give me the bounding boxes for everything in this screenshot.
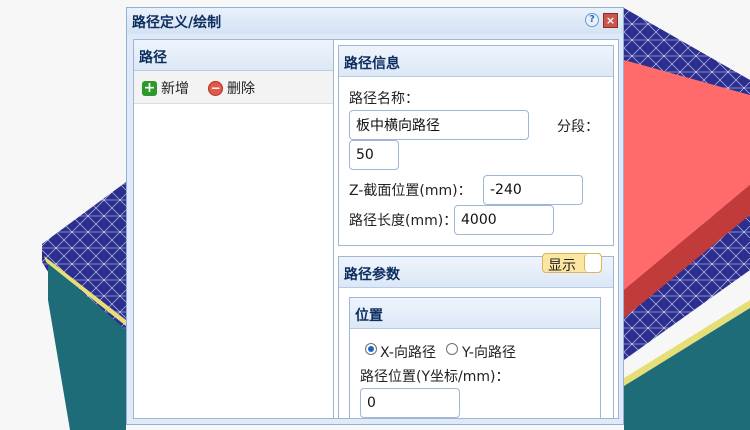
z-position-input[interactable] bbox=[483, 175, 583, 205]
path-list-header: 路径 bbox=[134, 40, 333, 71]
dialog-titlebar[interactable]: 路径定义/绘制 ? × bbox=[127, 8, 623, 34]
path-params-section: 路径参数 位置 X-向路径 Y-向路径 路径位置(Y坐标/mm)： bbox=[338, 256, 614, 418]
y-path-radio[interactable] bbox=[446, 343, 458, 355]
delete-label: 删除 bbox=[227, 81, 255, 97]
x-path-label[interactable]: X-向路径 bbox=[380, 342, 436, 362]
path-detail-panel: 路径信息 路径名称： 分段： Z-截面位置(mm)： 路径长度(mm)： 路径参… bbox=[334, 40, 618, 418]
dialog-title: 路径定义/绘制 bbox=[132, 15, 222, 31]
help-icon[interactable]: ? bbox=[585, 13, 599, 27]
path-list-title: 路径 bbox=[139, 50, 167, 66]
add-path-button[interactable]: + 新增 bbox=[142, 78, 189, 98]
y-path-label[interactable]: Y-向路径 bbox=[462, 342, 516, 362]
path-definition-dialog: 路径定义/绘制 ? × 路径 + 新增 − 删除 路径信息 路径名称： 板中横向… bbox=[126, 7, 624, 425]
path-params-title: 路径参数 bbox=[344, 267, 400, 283]
segments-label: 分段： bbox=[557, 119, 599, 135]
path-list-panel: 路径 + 新增 − 删除 bbox=[134, 40, 334, 418]
x-path-radio[interactable] bbox=[365, 343, 377, 355]
y-position-input[interactable] bbox=[360, 388, 460, 418]
minus-icon: − bbox=[208, 80, 223, 96]
add-label: 新增 bbox=[161, 81, 189, 97]
path-info-section: 路径信息 路径名称： 分段： Z-截面位置(mm)： 路径长度(mm)： bbox=[338, 45, 614, 246]
plus-icon: + bbox=[142, 79, 157, 96]
z-position-label: Z-截面位置(mm)： bbox=[349, 183, 472, 199]
path-toolbar: + 新增 − 删除 bbox=[134, 71, 333, 104]
dialog-body: 路径 + 新增 − 删除 路径信息 路径名称： 分段： bbox=[133, 39, 619, 419]
path-name-label: 路径名称： bbox=[349, 91, 419, 107]
path-name-input[interactable] bbox=[349, 110, 529, 140]
path-length-label: 路径长度(mm)： bbox=[349, 213, 458, 229]
close-icon[interactable]: × bbox=[603, 13, 618, 28]
segments-input[interactable] bbox=[349, 140, 399, 170]
path-info-header: 路径信息 bbox=[339, 46, 613, 77]
show-toggle-label: 显示 bbox=[548, 258, 576, 274]
position-header: 位置 bbox=[350, 298, 600, 329]
position-title: 位置 bbox=[355, 308, 383, 324]
delete-path-button[interactable]: − 删除 bbox=[208, 78, 255, 98]
position-subsection: 位置 X-向路径 Y-向路径 路径位置(Y坐标/mm)： bbox=[349, 297, 601, 418]
path-length-input[interactable] bbox=[454, 205, 554, 235]
show-toggle[interactable]: 显示 bbox=[542, 253, 602, 274]
path-info-title: 路径信息 bbox=[344, 56, 400, 72]
y-position-label: 路径位置(Y坐标/mm)： bbox=[360, 369, 510, 385]
toggle-knob bbox=[584, 254, 601, 272]
